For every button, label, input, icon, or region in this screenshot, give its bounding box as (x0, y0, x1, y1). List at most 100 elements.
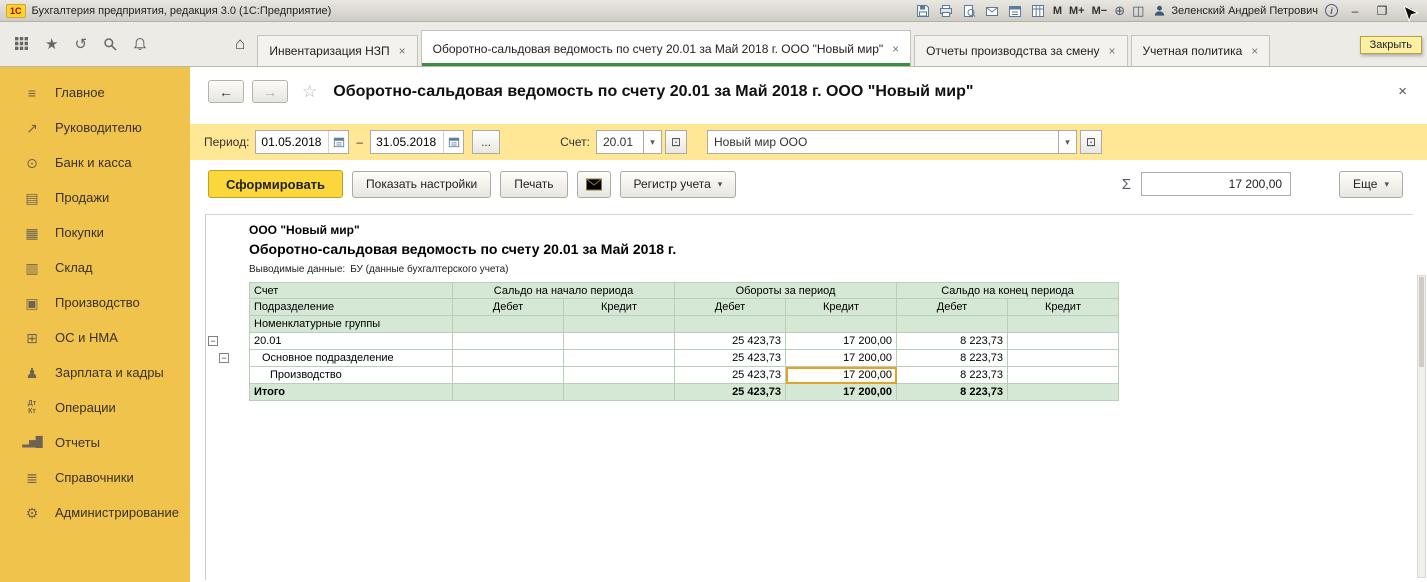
back-button[interactable]: ← (208, 80, 244, 103)
header-begin-balance[interactable]: Сальдо на начало периода (453, 282, 675, 299)
maximize-button[interactable]: ❐ (1372, 3, 1392, 19)
sidebar-item-proizvodstvo[interactable]: ▣ Производство (0, 285, 190, 320)
cell-turn-credit[interactable]: 17 200,00 (786, 384, 897, 401)
header-empty-cell[interactable] (786, 316, 897, 333)
period-to-input[interactable] (371, 135, 444, 149)
add-to-favorites-icon[interactable]: ☆ (302, 82, 317, 102)
cell-end-credit[interactable] (1008, 333, 1119, 350)
header-debit[interactable]: Дебет (453, 299, 564, 316)
sidebar-item-pokupki[interactable]: ▦ Покупки (0, 215, 190, 250)
menu-grid-icon[interactable] (14, 36, 29, 51)
header-credit[interactable]: Кредит (786, 299, 897, 316)
calendar-icon[interactable] (1007, 3, 1023, 19)
cell-begin-credit[interactable] (564, 350, 675, 367)
header-account[interactable]: Счет (249, 282, 453, 299)
print-preview-icon[interactable] (961, 3, 977, 19)
sidebar-item-rukovoditelyu[interactable]: ↗ Руководителю (0, 110, 190, 145)
cell-begin-debit[interactable] (453, 350, 564, 367)
sum-sigma-icon[interactable]: Σ (1122, 176, 1131, 193)
show-settings-button[interactable]: Показать настройки (352, 170, 492, 198)
cell-turn-credit[interactable]: 17 200,00 (786, 350, 897, 367)
scrollbar-thumb[interactable] (1419, 277, 1424, 367)
history-icon[interactable]: ↺ (74, 35, 87, 53)
sidebar-item-bank-i-kassa[interactable]: ⊙ Банк и касса (0, 145, 190, 180)
header-end-balance[interactable]: Сальдо на конец периода (897, 282, 1119, 299)
header-turnover[interactable]: Обороты за период (675, 282, 897, 299)
header-debit[interactable]: Дебет (675, 299, 786, 316)
header-empty-cell[interactable] (675, 316, 786, 333)
cell-turn-debit[interactable]: 25 423,73 (675, 333, 786, 350)
memory-mminus-button[interactable]: M− (1092, 5, 1108, 17)
print-icon[interactable] (938, 3, 954, 19)
info-icon[interactable]: i (1325, 4, 1338, 17)
cell-end-debit[interactable]: 8 223,73 (897, 367, 1008, 384)
more-button[interactable]: Еще ▾ (1339, 170, 1403, 198)
mail-icon[interactable] (984, 3, 1000, 19)
sidebar-item-sklad[interactable]: ▥ Склад (0, 250, 190, 285)
header-credit[interactable]: Кредит (564, 299, 675, 316)
cell-end-credit[interactable] (1008, 384, 1119, 401)
panels-icon[interactable]: ◫ (1132, 4, 1144, 17)
cell-end-credit[interactable] (1008, 367, 1119, 384)
period-from-input[interactable] (256, 135, 329, 149)
cell-end-credit[interactable] (1008, 350, 1119, 367)
cell-begin-debit[interactable] (453, 333, 564, 350)
organization-value[interactable]: Новый мир ООО (707, 130, 1059, 154)
sidebar-item-operacii[interactable]: Дт Кт Операции (0, 390, 190, 425)
expander-icon[interactable]: − (208, 336, 218, 346)
tab-otchety-proizvodstva[interactable]: Отчеты производства за смену × (914, 35, 1128, 66)
cell-turn-credit[interactable]: 17 200,00 (786, 333, 897, 350)
cell-end-debit[interactable]: 8 223,73 (897, 350, 1008, 367)
register-button[interactable]: Регистр учета ▾ (619, 170, 737, 198)
row-account-name[interactable]: 20.01 (249, 333, 453, 350)
cell-end-debit[interactable]: 8 223,73 (897, 333, 1008, 350)
memory-m-button[interactable]: M (1053, 5, 1062, 17)
print-button[interactable]: Печать (500, 170, 568, 198)
cell-begin-credit[interactable] (564, 367, 675, 384)
notifications-bell-icon[interactable] (133, 37, 147, 51)
tab-close-icon[interactable]: × (1109, 44, 1116, 58)
generate-button[interactable]: Сформировать (208, 170, 344, 198)
sidebar-item-zarplata-i-kadry[interactable]: ♟ Зарплата и кадры (0, 355, 190, 390)
header-nomenclature-groups[interactable]: Номенклатурные группы (249, 316, 453, 333)
account-value[interactable]: 20.01 (596, 130, 644, 154)
calculator-icon[interactable] (1030, 3, 1046, 19)
zoom-in-icon[interactable]: ⊕ (1114, 4, 1125, 17)
chevron-down-icon[interactable]: ▾ (644, 130, 662, 154)
sidebar-item-prodazhi[interactable]: ▤ Продажи (0, 180, 190, 215)
tab-osv-report[interactable]: Оборотно-сальдовая ведомость по счету 20… (420, 30, 912, 66)
sidebar-item-glavnoe[interactable]: ≡ Главное (0, 75, 190, 110)
header-empty-cell[interactable] (1008, 316, 1119, 333)
memory-mplus-button[interactable]: M+ (1069, 5, 1085, 17)
row-total-name[interactable]: Итого (249, 384, 453, 401)
sidebar-item-administrirovanie[interactable]: ⚙ Администрирование (0, 495, 190, 530)
cell-begin-debit[interactable] (453, 367, 564, 384)
header-empty-cell[interactable] (453, 316, 564, 333)
tab-uchetnaya-politika[interactable]: Учетная политика × (1130, 35, 1271, 66)
header-credit[interactable]: Кредит (1008, 299, 1119, 316)
cell-end-debit[interactable]: 8 223,73 (897, 384, 1008, 401)
tab-close-icon[interactable]: × (1251, 44, 1258, 58)
header-empty-cell[interactable] (897, 316, 1008, 333)
cell-turn-credit-selected[interactable]: 17 200,00 (786, 367, 897, 384)
cell-turn-debit[interactable]: 25 423,73 (675, 350, 786, 367)
cell-turn-debit[interactable]: 25 423,73 (675, 367, 786, 384)
favorites-star-icon[interactable]: ★ (45, 35, 58, 53)
minimize-button[interactable]: – (1345, 3, 1365, 19)
home-icon[interactable]: ⌂ (227, 21, 253, 66)
row-nomenclature-name[interactable]: Производство (249, 367, 453, 384)
calendar-icon[interactable] (443, 131, 463, 153)
period-options-button[interactable]: ... (472, 130, 501, 154)
expander-icon[interactable]: − (219, 353, 229, 363)
sidebar-item-os-i-nma[interactable]: ⊞ ОС и НМА (0, 320, 190, 355)
chevron-down-icon[interactable]: ▾ (1059, 130, 1077, 154)
vertical-scrollbar[interactable] (1417, 275, 1426, 578)
forward-button[interactable]: → (252, 80, 288, 103)
cell-begin-credit[interactable] (564, 384, 675, 401)
cell-begin-debit[interactable] (453, 384, 564, 401)
search-icon[interactable] (103, 37, 117, 51)
header-debit[interactable]: Дебет (897, 299, 1008, 316)
page-close-icon[interactable]: × (1394, 83, 1411, 100)
header-division[interactable]: Подразделение (249, 299, 453, 316)
sidebar-item-spravochniki[interactable]: ≣ Справочники (0, 460, 190, 495)
